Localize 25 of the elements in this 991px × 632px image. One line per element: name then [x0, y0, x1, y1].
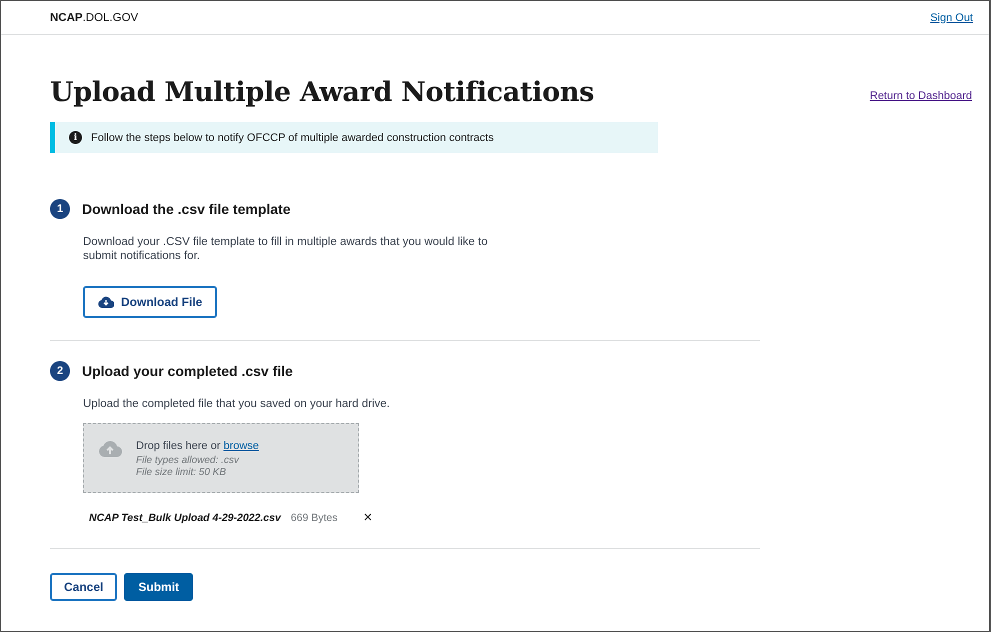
- file-size-hint: File size limit: 50 KB: [136, 467, 228, 480]
- browse-link[interactable]: browse: [223, 440, 259, 452]
- download-button[interactable]: Download File: [83, 286, 218, 318]
- step-heading: Upload your completed .csv file: [82, 362, 293, 379]
- cancel-button[interactable]: Cancel: [50, 573, 118, 602]
- cloud-upload-icon: [98, 440, 122, 458]
- file-size: 669 Bytes: [290, 512, 338, 524]
- info-icon: i: [69, 131, 82, 144]
- step-description: Download your .CSV file template to fill in multiple awards that you would like to submit notifications for.: [83, 235, 489, 264]
- step-heading: Download the .csv file template: [82, 201, 290, 217]
- file-name: NCAP Test_Bulk Upload 4-29-2022.csv: [89, 512, 281, 524]
- file-types-hint: File types allowed: .csv: [136, 455, 240, 468]
- step-number: 1: [50, 199, 70, 219]
- step-description: Upload the completed file that you saved on your hard drive.: [83, 396, 391, 412]
- sign-out-link[interactable]: Sign Out: [930, 12, 973, 24]
- drop-prompt: Drop files here or browse: [136, 440, 259, 452]
- page-title: Upload Multiple Award Notifications: [50, 77, 594, 108]
- file-drop-zone[interactable]: Drop files here or browse File types allowed: .csv File size limit: 50 KB: [83, 423, 359, 494]
- submit-button[interactable]: Submit: [124, 573, 194, 602]
- remove-file-button[interactable]: ×: [364, 509, 372, 526]
- alert-text: Follow the steps below to notify OFCCP of multiple awarded construction contracts: [91, 132, 494, 144]
- step-number: 2: [50, 360, 70, 381]
- cloud-download-icon: [98, 296, 114, 308]
- site-logo[interactable]: NCAP.DOL.GOV: [50, 12, 138, 24]
- return-link[interactable]: Return to Dashboard: [870, 90, 972, 102]
